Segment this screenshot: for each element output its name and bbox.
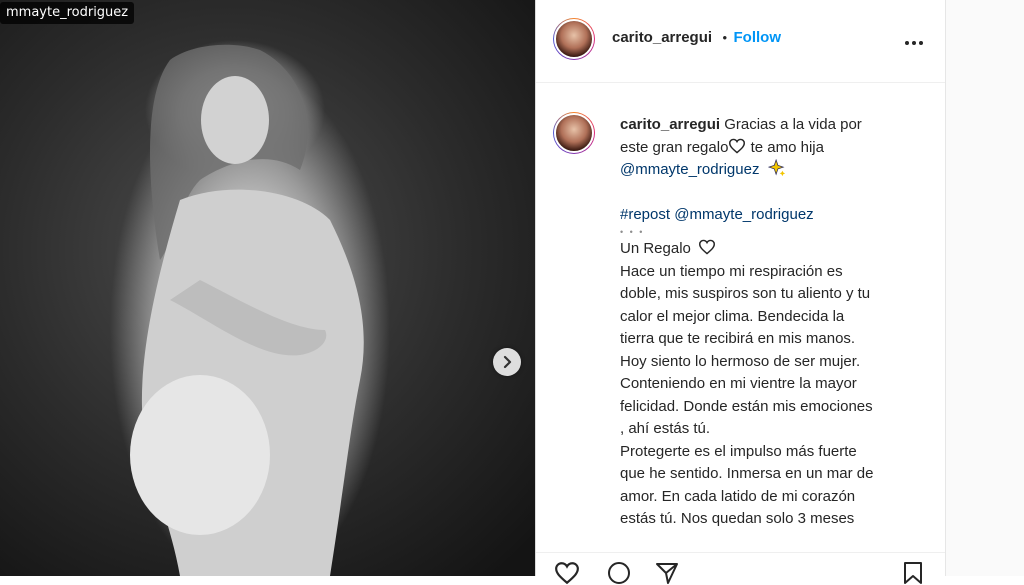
caption-body-line: Hace un tiempo mi respiración es bbox=[620, 262, 843, 280]
author-avatar[interactable] bbox=[553, 18, 595, 60]
caption-body-line: Hoy siento lo hermoso de ser mujer. bbox=[620, 352, 861, 370]
post-side-panel: carito_arregui • Follow carito_arregui G… bbox=[535, 0, 946, 585]
caption-line1: Gracias a la vida por bbox=[724, 116, 862, 133]
header-user-row: carito_arregui • Follow bbox=[612, 29, 781, 47]
caption-mention[interactable]: @mmayte_rodriguez bbox=[620, 161, 759, 178]
page-background-edge bbox=[945, 0, 1024, 576]
caption-body-line: felicidad. Donde están mis emociones bbox=[620, 397, 873, 415]
more-options-button[interactable] bbox=[904, 30, 924, 51]
caption-body-line: , ahí estás tú. bbox=[620, 420, 711, 437]
header-username[interactable]: carito_arregui bbox=[612, 29, 712, 46]
sparkles-icon bbox=[767, 158, 785, 177]
more-dots-icon bbox=[905, 41, 923, 45]
caption-body-line: Conteniendo en mi vientre la mayor bbox=[620, 375, 857, 392]
next-slide-button[interactable] bbox=[493, 348, 521, 376]
caption-avatar[interactable] bbox=[553, 112, 595, 154]
bookmark-icon[interactable] bbox=[902, 561, 924, 585]
follow-button[interactable]: Follow bbox=[734, 29, 782, 46]
post-header: carito_arregui • Follow bbox=[536, 0, 946, 83]
caption-username[interactable]: carito_arregui bbox=[620, 116, 720, 133]
heart-icon bbox=[699, 239, 716, 255]
caption-line2b: te amo hija bbox=[746, 138, 824, 156]
repost-hashtag[interactable]: #repost bbox=[620, 206, 670, 223]
header-separator: • bbox=[722, 30, 728, 45]
repost-mention[interactable]: @mmayte_rodriguez bbox=[674, 206, 813, 223]
caption-body-line: doble, mis suspiros son tu aliento y tu bbox=[620, 285, 871, 302]
caption-line2a: este gran regalo bbox=[620, 138, 729, 156]
caption-body-line: Protegerte es el impulso más fuerte bbox=[620, 442, 857, 460]
caption-body-line: amor. En cada latido de mi corazón bbox=[620, 487, 856, 505]
comment-icon[interactable] bbox=[606, 561, 632, 585]
post-actions-bar bbox=[536, 552, 946, 585]
caption-dots: • • • bbox=[620, 227, 645, 237]
caption-body-line: estás tú. Nos quedan solo 3 meses bbox=[620, 510, 855, 527]
post-photo[interactable]: mmayte_rodriguez bbox=[0, 0, 535, 576]
heart-icon bbox=[729, 138, 746, 154]
caption-body-line: que he sentido. Inmersa en un mar de bbox=[620, 465, 874, 482]
caption-body-line: tierra que te recibirá en mis manos. bbox=[620, 330, 856, 347]
caption-title: Un Regalo bbox=[620, 240, 691, 257]
caption-body: Hace un tiempo mi respiración es doble, … bbox=[620, 261, 920, 531]
photo-user-tag[interactable]: mmayte_rodriguez bbox=[0, 2, 135, 24]
post-caption: carito_arregui Gracias a la vida por est… bbox=[620, 114, 920, 531]
chevron-right-icon bbox=[503, 355, 512, 369]
photo-figure bbox=[130, 44, 364, 576]
caption-body-line: calor el mejor clima. Bendecida la bbox=[620, 307, 845, 325]
share-icon[interactable] bbox=[654, 561, 680, 585]
like-icon[interactable] bbox=[554, 561, 580, 585]
